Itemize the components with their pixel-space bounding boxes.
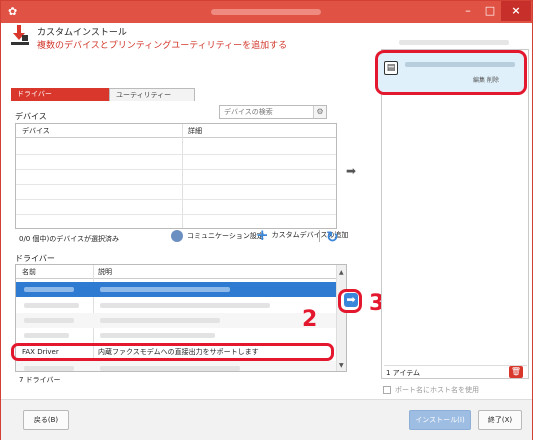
driver-row-selected[interactable] (16, 282, 336, 297)
selected-device-count: 0/0 個中)のデバイスが選択済み (19, 235, 120, 243)
checkbox-label: ポート名にホスト名を使用 (395, 386, 479, 394)
device-table: デバイス 詳細 (15, 123, 337, 229)
row-divider (16, 169, 336, 170)
driver-desc-redacted (100, 287, 230, 292)
card-actions[interactable]: 編集 削除 (473, 75, 499, 84)
fax-driver-highlight (11, 343, 334, 361)
page-title: カスタムインストール (37, 28, 127, 38)
driver-name-redacted (24, 303, 79, 308)
driver-row[interactable] (16, 328, 336, 343)
right-panel-title-redacted (381, 37, 529, 47)
row-divider (16, 214, 336, 215)
printer-icon: ▤ (384, 61, 398, 75)
row-divider (16, 199, 336, 200)
driver-count: 7 ドライバー (19, 376, 61, 384)
back-button[interactable]: 戻る(B) (23, 410, 69, 430)
driver-name-redacted (24, 366, 74, 371)
redacted-text (399, 40, 509, 45)
device-name-redacted (405, 62, 515, 67)
plus-icon: + (256, 226, 269, 244)
device-table-header: デバイス 詳細 (16, 124, 336, 138)
checkbox[interactable] (383, 386, 391, 394)
communication-settings-label: コミュニケーション設定 (187, 232, 264, 240)
install-download-icon (11, 25, 29, 45)
driver-name-redacted (24, 318, 74, 323)
driver-row[interactable] (16, 298, 336, 313)
selected-items-panel (381, 49, 529, 379)
driver-desc-redacted (100, 303, 270, 308)
close-button[interactable]: × (501, 1, 531, 21)
row-divider (16, 154, 336, 155)
driver-name-redacted (24, 333, 69, 338)
driver-name-redacted (24, 287, 74, 292)
device-search: ⚙ (219, 105, 327, 119)
minimize-button[interactable]: – (457, 1, 479, 21)
drivers-section-label: ドライバー (15, 254, 55, 263)
scroll-up-icon[interactable]: ▲ (339, 269, 344, 276)
add-device-arrow-icon[interactable]: ➡ (346, 164, 356, 178)
maximize-button[interactable]: □ (479, 1, 501, 21)
install-button[interactable]: インストール(I) (409, 410, 471, 430)
annotation-number: 2 (302, 307, 318, 332)
column-description[interactable]: 説明 (98, 265, 112, 279)
driver-row[interactable] (16, 361, 336, 371)
driver-scrollbar[interactable]: ▲ ▼ (336, 265, 346, 371)
item-count: 1 アイテム (384, 365, 527, 379)
globe-gear-icon (171, 230, 183, 242)
tab-utilities[interactable]: ユーティリティー (109, 88, 195, 101)
driver-table-header: 名前 説明 (16, 265, 346, 279)
trash-icon[interactable]: 🗑 (509, 366, 523, 378)
driver-desc-redacted (100, 333, 215, 338)
toolbar-separator (319, 230, 320, 242)
driver-row[interactable] (16, 313, 336, 328)
row-divider (16, 184, 336, 185)
scroll-down-icon[interactable]: ▼ (339, 362, 344, 369)
tab-drivers[interactable]: ドライバー (11, 88, 109, 101)
gear-icon: ✿ (8, 5, 18, 18)
finish-button[interactable]: 終了(X) (478, 410, 522, 430)
devices-section-label: デバイス (15, 112, 47, 121)
column-name[interactable]: 名前 (22, 265, 36, 279)
title-bar: ✿ – □ × (1, 1, 532, 23)
installer-window: ✿ – □ × カスタムインストール 複数のデバイスとプリンティングユーティリテ… (0, 0, 533, 440)
add-driver-button[interactable]: ➡ (338, 289, 362, 313)
column-details[interactable]: 詳細 (188, 124, 202, 138)
search-icon[interactable]: ⚙ (313, 106, 326, 118)
refresh-icon[interactable]: ↻ (326, 228, 339, 246)
window-title-blurred (211, 9, 321, 15)
column-divider (182, 124, 183, 228)
driver-desc-redacted (100, 318, 220, 323)
column-device[interactable]: デバイス (22, 124, 50, 138)
selected-device-card[interactable]: ▤ 編集 削除 (375, 50, 527, 95)
arrow-right-icon: ➡ (344, 293, 358, 307)
use-hostname-checkbox[interactable]: ポート名にホスト名を使用 (383, 385, 479, 395)
device-search-input[interactable] (220, 106, 312, 118)
page-subtitle: 複数のデバイスとプリンティングユーティリティーを追加する (37, 41, 288, 51)
driver-desc-redacted (100, 366, 240, 371)
communication-settings-link[interactable]: コミュニケーション設定 (171, 230, 264, 242)
